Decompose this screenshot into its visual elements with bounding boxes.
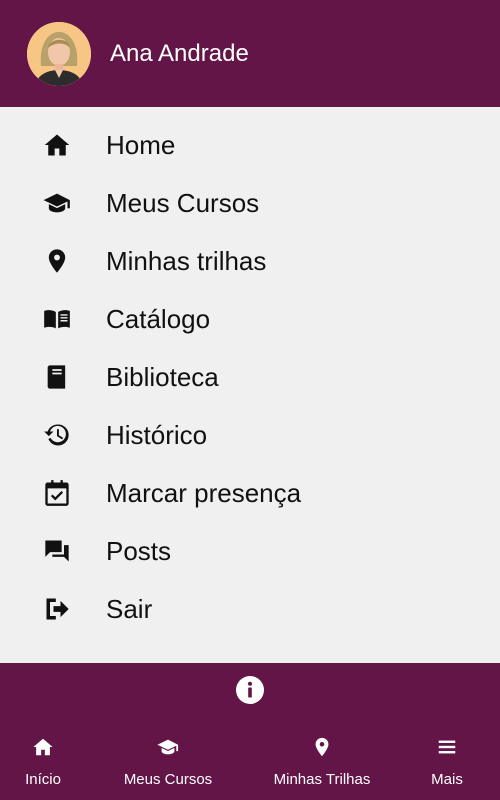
map-pin-icon [42, 246, 72, 276]
tab-inicio[interactable]: Início [0, 721, 86, 800]
menu-item-label: Minhas trilhas [106, 245, 267, 276]
book-icon [42, 362, 72, 392]
home-icon [33, 738, 53, 756]
tab-label: Mais [431, 771, 463, 788]
menu-item-label: Histórico [106, 419, 208, 450]
user-name: Ana Andrade [110, 39, 249, 67]
info-icon[interactable] [235, 675, 265, 710]
drawer-header: Ana Andrade [0, 0, 500, 107]
tab-label: Início [25, 771, 61, 788]
map-pin-icon [315, 737, 329, 757]
history-icon [42, 420, 72, 450]
menu-item-catalogo[interactable]: Catálogo [0, 290, 500, 348]
home-icon [42, 130, 72, 160]
tab-label: Minhas Trilhas [273, 771, 371, 788]
tab-mais[interactable]: Mais [394, 721, 500, 800]
open-book-icon [42, 304, 72, 334]
tab-label: Meus Cursos [123, 771, 213, 788]
menu-item-posts[interactable]: Posts [0, 522, 500, 580]
menu-item-label: Biblioteca [106, 361, 219, 392]
menu-item-historico[interactable]: Histórico [0, 406, 500, 464]
graduation-cap-icon [42, 188, 72, 218]
menu-item-minhas-trilhas[interactable]: Minhas trilhas [0, 232, 500, 290]
bottom-tab-bar: Início Meus Cursos Minhas Trilhas Mais [0, 721, 500, 800]
menu-icon [438, 740, 456, 754]
tab-meus-cursos[interactable]: Meus Cursos [86, 721, 250, 800]
menu-item-biblioteca[interactable]: Biblioteca [0, 348, 500, 406]
menu-item-marcar-presenca[interactable]: Marcar presença [0, 464, 500, 522]
sign-out-icon [42, 594, 72, 624]
menu-item-label: Meus Cursos [106, 187, 260, 218]
info-bar [0, 663, 500, 721]
menu-item-meus-cursos[interactable]: Meus Cursos [0, 174, 500, 232]
menu-item-label: Sair [106, 593, 153, 624]
tab-minhas-trilhas[interactable]: Minhas Trilhas [250, 721, 394, 800]
user-avatar[interactable] [27, 21, 91, 86]
chat-icon [42, 536, 72, 566]
menu-item-label: Home [106, 129, 176, 160]
graduation-cap-icon [157, 739, 179, 755]
drawer-menu: Home Meus Cursos Minhas trilhas Catálogo… [0, 107, 500, 672]
avatar-illustration [27, 21, 91, 86]
menu-item-label: Marcar presença [106, 477, 302, 508]
menu-item-sair[interactable]: Sair [0, 580, 500, 638]
menu-item-home[interactable]: Home [0, 116, 500, 174]
menu-item-label: Catálogo [106, 303, 211, 334]
menu-item-label: Posts [106, 535, 172, 566]
calendar-check-icon [42, 478, 72, 508]
